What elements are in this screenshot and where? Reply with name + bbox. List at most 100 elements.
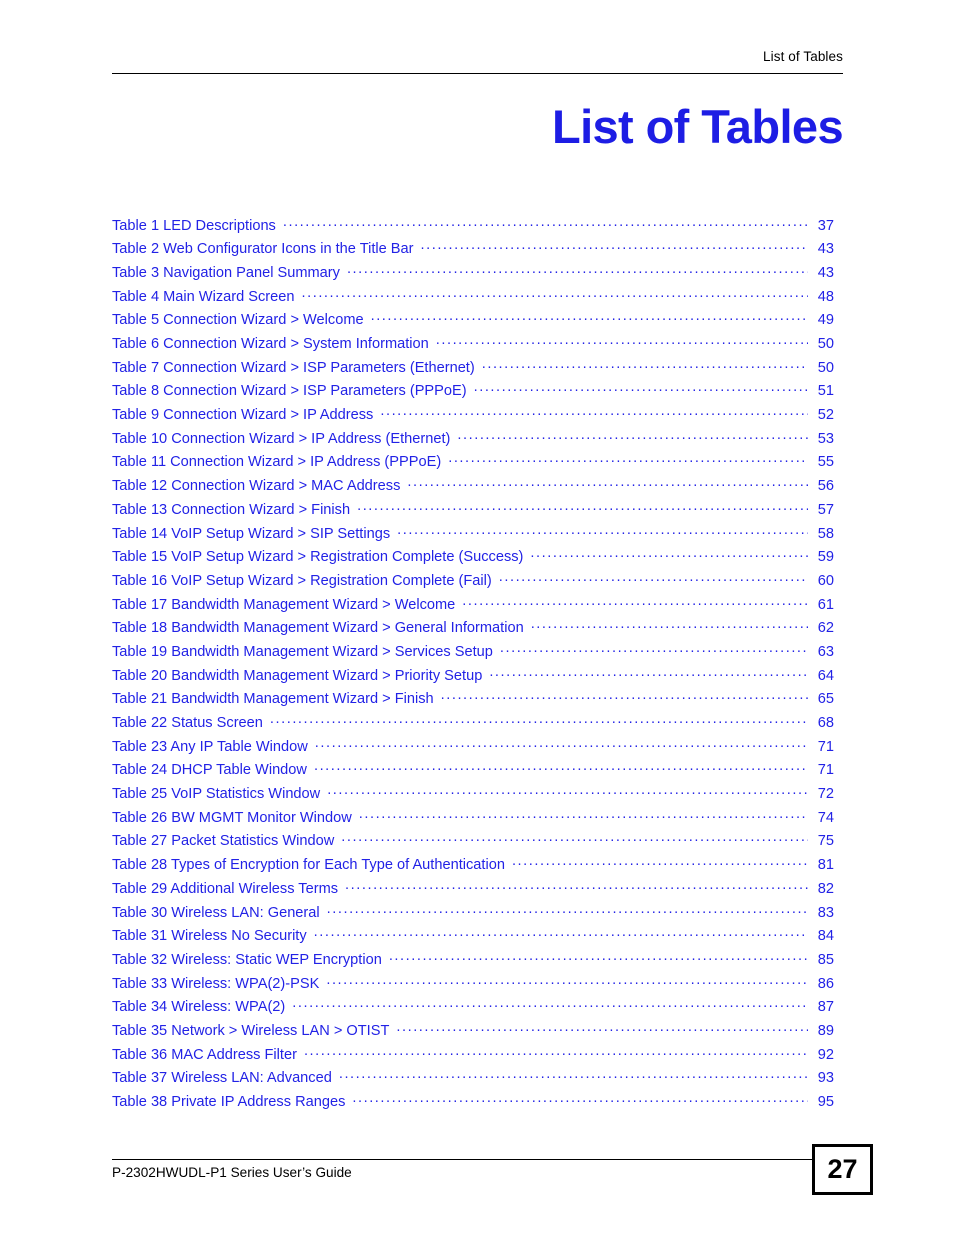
list-item-page-number: 71 xyxy=(817,738,834,755)
dot-leader xyxy=(327,902,808,917)
list-item-label: Table 14 VoIP Setup Wizard > SIP Setting… xyxy=(112,525,391,542)
list-item[interactable]: Table 21 Bandwidth Management Wizard > F… xyxy=(112,689,834,713)
dot-leader xyxy=(397,523,808,538)
list-item-label: Table 21 Bandwidth Management Wizard > F… xyxy=(112,691,434,708)
list-item[interactable]: Table 17 Bandwidth Management Wizard > W… xyxy=(112,594,834,618)
list-item[interactable]: Table 35 Network > Wireless LAN > OTIST … xyxy=(112,1020,834,1044)
list-item-page-number: 86 xyxy=(817,975,834,992)
list-item-page-number: 87 xyxy=(817,999,834,1016)
list-item[interactable]: Table 13 Connection Wizard > Finish 57 xyxy=(112,499,834,523)
list-item[interactable]: Table 24 DHCP Table Window 71 xyxy=(112,760,834,784)
list-item-page-number: 51 xyxy=(817,383,834,400)
list-item[interactable]: Table 31 Wireless No Security 84 xyxy=(112,926,834,950)
list-item-label: Table 26 BW MGMT Monitor Window xyxy=(112,809,352,826)
list-item[interactable]: Table 15 VoIP Setup Wizard > Registratio… xyxy=(112,547,834,571)
list-item[interactable]: Table 2 Web Configurator Icons in the Ti… xyxy=(112,239,834,263)
list-item-page-number: 84 xyxy=(817,928,834,945)
list-item-label: Table 37 Wireless LAN: Advanced xyxy=(112,1070,332,1087)
list-item[interactable]: Table 16 VoIP Setup Wizard > Registratio… xyxy=(112,570,834,594)
dot-leader xyxy=(407,476,808,491)
list-item[interactable]: Table 29 Additional Wireless Terms 82 xyxy=(112,878,834,902)
list-item-label: Table 29 Additional Wireless Terms xyxy=(112,880,339,897)
list-item-page-number: 74 xyxy=(817,809,834,826)
list-item[interactable]: Table 6 Connection Wizard > System Infor… xyxy=(112,333,834,357)
dot-leader xyxy=(482,357,808,372)
list-item[interactable]: Table 3 Navigation Panel Summary 43 xyxy=(112,262,834,286)
list-item[interactable]: Table 18 Bandwidth Management Wizard > G… xyxy=(112,618,834,642)
list-item[interactable]: Table 33 Wireless: WPA(2)-PSK 86 xyxy=(112,973,834,997)
list-item-label: Table 16 VoIP Setup Wizard > Registratio… xyxy=(112,572,492,589)
list-item[interactable]: Table 30 Wireless LAN: General 83 xyxy=(112,902,834,926)
list-item-page-number: 62 xyxy=(817,620,834,637)
list-item-page-number: 50 xyxy=(817,336,834,353)
list-item-page-number: 64 xyxy=(817,667,834,684)
dot-leader xyxy=(389,949,808,964)
list-item-page-number: 92 xyxy=(817,1046,834,1063)
list-item-label: Table 27 Packet Statistics Window xyxy=(112,833,335,850)
list-item-label: Table 20 Bandwidth Management Wizard > P… xyxy=(112,667,483,684)
list-item-page-number: 82 xyxy=(817,880,834,897)
list-item-page-number: 57 xyxy=(817,501,834,518)
list-item[interactable]: Table 37 Wireless LAN: Advanced 93 xyxy=(112,1068,834,1092)
list-item[interactable]: Table 5 Connection Wizard > Welcome 49 xyxy=(112,310,834,334)
list-item-label: Table 18 Bandwidth Management Wizard > G… xyxy=(112,620,524,637)
list-item-label: Table 15 VoIP Setup Wizard > Registratio… xyxy=(112,549,524,566)
list-item-page-number: 72 xyxy=(817,786,834,803)
dot-leader xyxy=(270,712,808,727)
list-item[interactable]: Table 19 Bandwidth Management Wizard > S… xyxy=(112,641,834,665)
dot-leader xyxy=(357,499,808,514)
dot-leader xyxy=(352,1091,808,1106)
list-item-page-number: 89 xyxy=(817,1022,834,1039)
list-item[interactable]: Table 14 VoIP Setup Wizard > SIP Setting… xyxy=(112,523,834,547)
list-item[interactable]: Table 12 Connection Wizard > MAC Address… xyxy=(112,476,834,500)
list-item[interactable]: Table 22 Status Screen 68 xyxy=(112,712,834,736)
list-item-page-number: 71 xyxy=(817,762,834,779)
list-item[interactable]: Table 23 Any IP Table Window 71 xyxy=(112,736,834,760)
dot-leader xyxy=(345,878,808,893)
list-item-page-number: 48 xyxy=(817,288,834,305)
list-item[interactable]: Table 7 Connection Wizard > ISP Paramete… xyxy=(112,357,834,381)
list-item-page-number: 49 xyxy=(817,312,834,329)
list-item-label: Table 6 Connection Wizard > System Infor… xyxy=(112,336,429,353)
list-item-label: Table 17 Bandwidth Management Wizard > W… xyxy=(112,596,456,613)
list-item[interactable]: Table 27 Packet Statistics Window 75 xyxy=(112,831,834,855)
list-item-label: Table 24 DHCP Table Window xyxy=(112,762,307,779)
footer-guide-title: P-2302HWUDL-P1 Series User’s Guide xyxy=(112,1165,352,1180)
list-item-page-number: 81 xyxy=(817,857,834,874)
list-item[interactable]: Table 1 LED Descriptions 37 xyxy=(112,215,834,239)
list-item[interactable]: Table 38 Private IP Address Ranges 95 xyxy=(112,1091,834,1115)
dot-leader xyxy=(339,1068,808,1083)
list-item[interactable]: Table 25 VoIP Statistics Window 72 xyxy=(112,784,834,808)
dot-leader xyxy=(421,239,809,254)
running-header: List of Tables xyxy=(112,48,843,74)
dot-leader xyxy=(436,333,808,348)
list-item-label: Table 23 Any IP Table Window xyxy=(112,738,308,755)
list-item[interactable]: Table 20 Bandwidth Management Wizard > P… xyxy=(112,665,834,689)
list-item[interactable]: Table 28 Types of Encryption for Each Ty… xyxy=(112,855,834,879)
list-item[interactable]: Table 10 Connection Wizard > IP Address … xyxy=(112,428,834,452)
list-item-page-number: 68 xyxy=(817,715,834,732)
dot-leader xyxy=(341,831,808,846)
dot-leader xyxy=(326,973,808,988)
dot-leader xyxy=(380,405,808,420)
list-item[interactable]: Table 4 Main Wizard Screen 48 xyxy=(112,286,834,310)
list-item-label: Table 7 Connection Wizard > ISP Paramete… xyxy=(112,359,475,376)
dot-leader xyxy=(462,594,808,609)
dot-leader xyxy=(457,428,808,443)
dot-leader xyxy=(448,452,808,467)
list-item[interactable]: Table 9 Connection Wizard > IP Address 5… xyxy=(112,405,834,429)
list-item[interactable]: Table 34 Wireless: WPA(2) 87 xyxy=(112,997,834,1021)
list-item-label: Table 32 Wireless: Static WEP Encryption xyxy=(112,951,382,968)
list-item[interactable]: Table 26 BW MGMT Monitor Window 74 xyxy=(112,807,834,831)
list-item-page-number: 56 xyxy=(817,478,834,495)
list-item-label: Table 34 Wireless: WPA(2) xyxy=(112,999,286,1016)
list-item[interactable]: Table 32 Wireless: Static WEP Encryption… xyxy=(112,949,834,973)
document-page: List of Tables List of Tables Table 1 LE… xyxy=(0,0,954,1235)
dot-leader xyxy=(314,926,808,941)
page-number: 27 xyxy=(827,1154,858,1184)
dot-leader xyxy=(371,310,808,325)
dot-leader xyxy=(327,784,808,799)
list-item[interactable]: Table 8 Connection Wizard > ISP Paramete… xyxy=(112,381,834,405)
list-item[interactable]: Table 11 Connection Wizard > IP Address … xyxy=(112,452,834,476)
list-item[interactable]: Table 36 MAC Address Filter 92 xyxy=(112,1044,834,1068)
